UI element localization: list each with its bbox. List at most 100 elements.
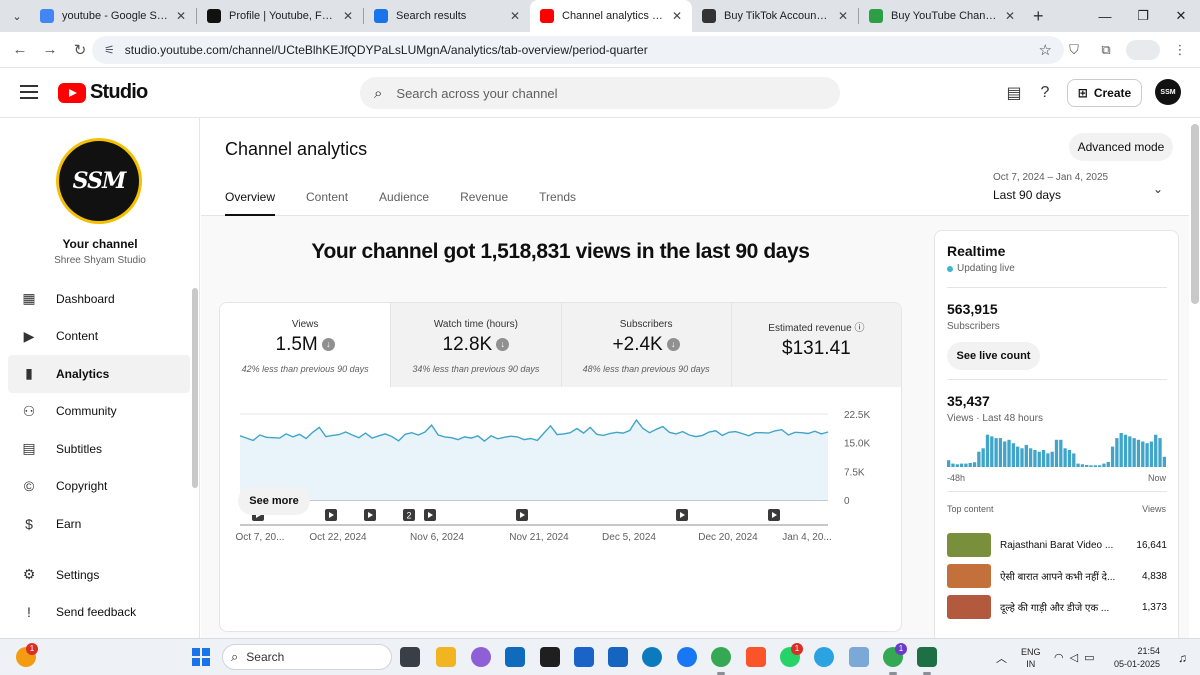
close-tab-icon[interactable]: ✕ [510,9,520,23]
back-arrow-icon[interactable]: ← [6,36,34,64]
top-content-label: Top content [947,504,994,514]
sidebar-item-settings[interactable]: ⚙ Settings [8,556,190,594]
metric-tab[interactable]: Estimated revenue ⓘ $131.41 [730,303,901,387]
close-tab-icon[interactable]: ✕ [343,9,353,23]
sidebar-item-subtitles[interactable]: ▤ Subtitles [8,430,190,468]
video-thumbnail[interactable] [947,533,991,557]
metric-tab[interactable]: Watch time (hours) 12.8K ↓ 34% less than pr… [390,303,561,387]
restore-icon[interactable]: ❐ [1124,0,1162,32]
tab-trends[interactable]: Trends [539,190,576,216]
help-icon[interactable]: ? [1034,82,1056,104]
close-tab-icon[interactable]: ✕ [838,9,848,23]
url-text: studio.youtube.com/channel/UCteBlhKEJfQD… [124,43,648,57]
system-tray[interactable]: ◠ ◁ ▭ [1054,639,1094,675]
realtime-title: Realtime [947,243,1006,259]
browser-tab[interactable]: Channel analytics - YouTube ✕ [530,0,692,32]
excel-icon[interactable] [917,647,937,675]
advanced-mode-button[interactable]: Advanced mode [1069,133,1173,161]
new-tab-button[interactable]: + [1033,6,1044,27]
shield-extension-icon[interactable]: ⛉ [1062,38,1086,62]
close-tab-icon[interactable]: ✕ [176,9,186,23]
edge-icon[interactable] [642,647,662,667]
tab-overview[interactable]: Overview [225,190,276,216]
tab-revenue[interactable]: Revenue [460,190,508,216]
brave-icon[interactable] [746,647,766,667]
tab-search-dropdown-icon[interactable]: ⌄ [4,3,30,29]
bookmark-star-icon[interactable]: ☆ [1039,41,1052,59]
outlook-icon[interactable] [505,647,525,667]
main-scrollbar[interactable] [1191,124,1199,304]
video-thumbnail[interactable] [947,595,991,619]
channel-search-input[interactable]: ⌕ Search across your channel [360,77,840,109]
url-bar[interactable]: ⚟ studio.youtube.com/channel/UCteBlhKEJf… [92,36,1064,64]
notifications-bell-icon[interactable]: ♫ [1178,639,1187,675]
metric-comparison: 34% less than previous 90 days [412,364,540,374]
dropbox-icon[interactable] [540,647,560,667]
close-window-icon[interactable]: ✕ [1162,0,1200,32]
task-view-icon[interactable] [400,647,420,667]
tray-chevron-icon[interactable]: ︿ [996,639,1007,675]
views-column-label: Views [1142,504,1166,514]
facebook-icon[interactable] [677,647,697,667]
sidebar-item-earn[interactable]: $ Earn [8,505,190,543]
windows-start-icon[interactable] [192,648,210,666]
tab-content[interactable]: Content [306,190,348,216]
top-content-row[interactable]: ऐसी बारात आपने कभी नहीं दे... 4,838 [947,564,1167,588]
sidebar-item-label: Community [56,404,117,419]
clock-date: 05-01-2025 [1114,658,1161,669]
browser-tab[interactable]: Buy TikTok Accounts, Youtu ✕ [692,0,858,32]
channel-avatar[interactable]: SSM [56,138,142,224]
s-app-icon[interactable] [608,647,628,667]
forward-arrow-icon[interactable]: → [36,36,64,64]
studio-logo[interactable]: Studio [58,81,148,104]
create-button[interactable]: ⊞ Create [1067,79,1142,107]
date-range-picker[interactable]: Oct 7, 2024 – Jan 4, 2025 Last 90 days [993,172,1108,202]
realtime-bar [1024,444,1028,467]
metric-tab[interactable]: Subscribers +2.4K ↓ 48% less than previous … [560,303,731,387]
analytics-header: Channel analytics Advanced mode Overview… [201,118,1189,216]
reload-icon[interactable]: ↻ [66,36,94,64]
clock[interactable]: 21:54 05-01-2025 [1114,639,1160,675]
telegram-icon[interactable] [814,647,834,667]
browser-tab[interactable]: Search results ✕ [364,0,530,32]
snipping-tool-icon[interactable] [849,647,869,667]
subscriber-label: Subscribers [947,321,1000,332]
sidebar-item-content[interactable]: ▶ Content [8,318,190,356]
y-tick-label: 0 [844,496,850,507]
account-avatar[interactable]: SSM [1155,79,1181,105]
realtime-bar [1106,461,1110,467]
store-icon[interactable] [574,647,594,667]
site-info-icon[interactable]: ⚟ [104,43,115,57]
messages-icon[interactable]: ▤ [1003,82,1025,104]
top-content-row[interactable]: दूल्हे की गाड़ी और डीजे एक ... 1,373 [947,595,1167,619]
copilot-icon[interactable] [471,647,491,667]
taskbar-search[interactable]: ⌕ Search [222,644,392,670]
sidebar-scrollbar[interactable] [192,288,198,488]
sidebar-item-copyright[interactable]: © Copyright [8,468,190,506]
top-content-row[interactable]: Rajasthani Barat Video ... 16,641 [947,533,1167,557]
see-more-button[interactable]: See more [238,487,310,515]
see-live-count-button[interactable]: See live count [947,342,1040,370]
language-indicator[interactable]: ENG IN [1021,639,1041,675]
hamburger-menu-icon[interactable] [20,85,38,99]
metric-tab[interactable]: Views 1.5M ↓ 42% less than previous 90 days [220,303,391,387]
browser-tab[interactable]: Buy YouTube Channel | Tru ✕ [859,0,1025,32]
video-thumbnail[interactable] [947,564,991,588]
minimize-icon[interactable]: — [1086,0,1124,32]
sidebar-item-send-feedback[interactable]: ! Send feedback [8,594,190,632]
sidebar-item-dashboard[interactable]: ▦ Dashboard [8,280,190,318]
info-icon[interactable]: ⓘ [852,323,864,334]
puzzle-extensions-icon[interactable]: ⧉ [1094,38,1118,62]
close-tab-icon[interactable]: ✕ [1005,9,1015,23]
browser-tab[interactable]: youtube - Google Search ✕ [30,0,196,32]
browser-tab[interactable]: Profile | Youtube, Facebook ✕ [197,0,363,32]
close-tab-icon[interactable]: ✕ [672,9,682,23]
chevron-down-icon[interactable]: ⌄ [1153,182,1163,196]
sidebar-item-analytics[interactable]: ▮ Analytics [8,355,190,393]
profile-button[interactable] [1126,40,1160,60]
sidebar-item-community[interactable]: ⚇ Community [8,393,190,431]
tab-audience[interactable]: Audience [379,190,429,216]
file-explorer-icon[interactable] [436,647,456,667]
chrome-icon[interactable] [711,647,731,675]
kebab-menu-icon[interactable]: ⋮ [1168,38,1192,62]
